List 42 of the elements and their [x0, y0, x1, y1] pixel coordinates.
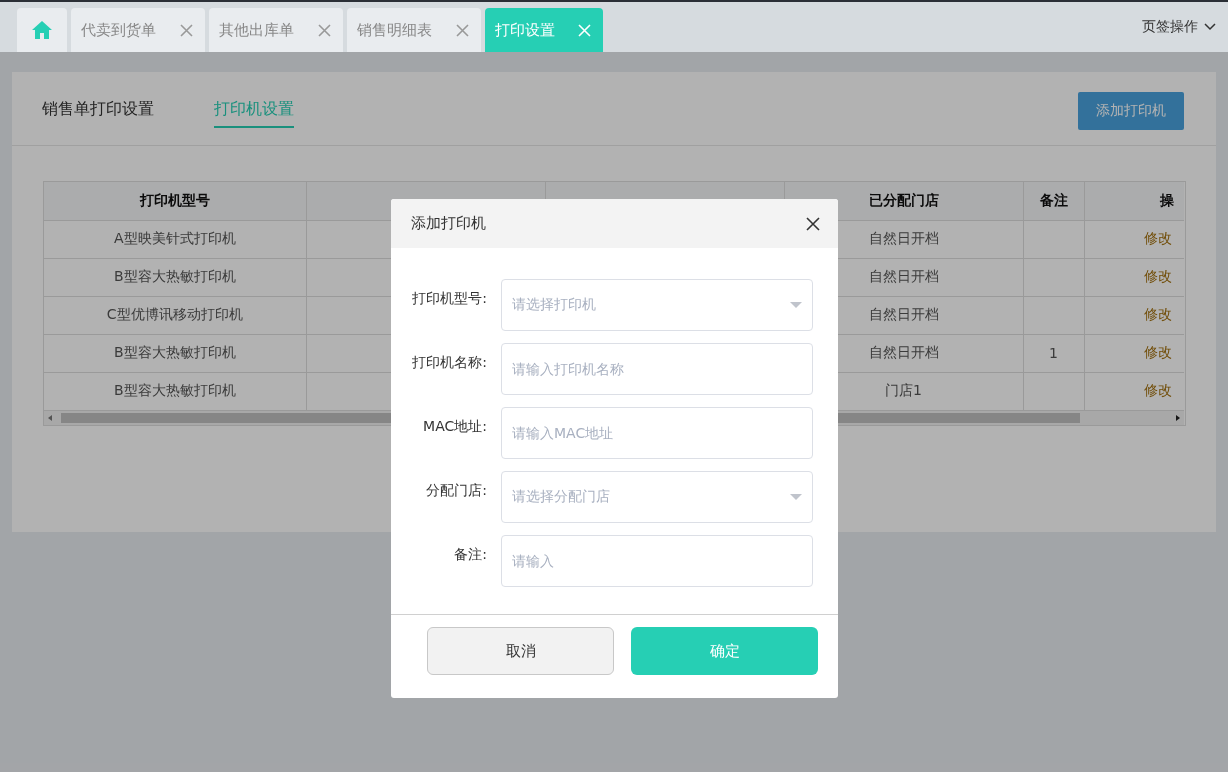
- select-field[interactable]: 请选择打印机: [501, 279, 813, 331]
- column-header: 已分配门店: [868, 191, 939, 208]
- tab-actions-menu[interactable]: 页签操作: [1142, 18, 1216, 36]
- edit-link[interactable]: 修改: [1144, 268, 1172, 284]
- page-tab[interactable]: 其他出库单: [209, 8, 343, 52]
- add-printer-button[interactable]: 添加打印机: [1078, 91, 1184, 130]
- table-cell: 1: [1023, 334, 1084, 372]
- dropdown-icon: [790, 494, 802, 500]
- close-icon[interactable]: [806, 216, 820, 231]
- edit-link[interactable]: 修改: [1144, 344, 1172, 360]
- confirm-button[interactable]: 确定: [631, 627, 818, 675]
- table-cell: A型映美针式打印机: [44, 220, 306, 258]
- column-header: 打印机型号: [139, 191, 210, 208]
- page-tab[interactable]: 代卖到货单: [71, 8, 205, 52]
- table-cell: B型容大热敏打印机: [44, 372, 306, 410]
- input-field[interactable]: 请输入打印机名称: [501, 343, 813, 395]
- input-field[interactable]: 请输入MAC地址: [501, 407, 813, 459]
- input-field[interactable]: 请输入: [501, 535, 813, 587]
- field-label: 分配门店:: [425, 482, 488, 500]
- edit-link[interactable]: 修改: [1144, 230, 1172, 246]
- field-label: 打印机名称:: [411, 354, 488, 372]
- cancel-button[interactable]: 取消: [427, 627, 614, 675]
- home-tab[interactable]: [17, 8, 67, 52]
- field-label: MAC地址:: [422, 418, 488, 436]
- column-header: 操: [1160, 191, 1174, 208]
- edit-link[interactable]: 修改: [1144, 382, 1172, 398]
- dialog-title: 添加打印机: [411, 214, 486, 233]
- settings-tab[interactable]: 销售单打印设置: [42, 99, 154, 128]
- edit-link[interactable]: 修改: [1144, 306, 1172, 322]
- page-tab[interactable]: 打印设置: [485, 8, 603, 52]
- page-tab[interactable]: 销售明细表: [347, 8, 481, 52]
- table-cell: B型容大热敏打印机: [44, 334, 306, 372]
- table-cell: B型容大热敏打印机: [44, 258, 306, 296]
- select-field[interactable]: 请选择分配门店: [501, 471, 813, 523]
- table-cell: C型优博讯移动打印机: [44, 296, 306, 334]
- settings-tab[interactable]: 打印机设置: [214, 99, 294, 128]
- field-label: 打印机型号:: [411, 290, 488, 308]
- column-header: 备注: [1039, 191, 1068, 208]
- home-icon: [31, 20, 53, 40]
- dropdown-icon: [790, 302, 802, 308]
- field-label: 备注:: [453, 546, 488, 564]
- chevron-down-icon: [1204, 23, 1216, 31]
